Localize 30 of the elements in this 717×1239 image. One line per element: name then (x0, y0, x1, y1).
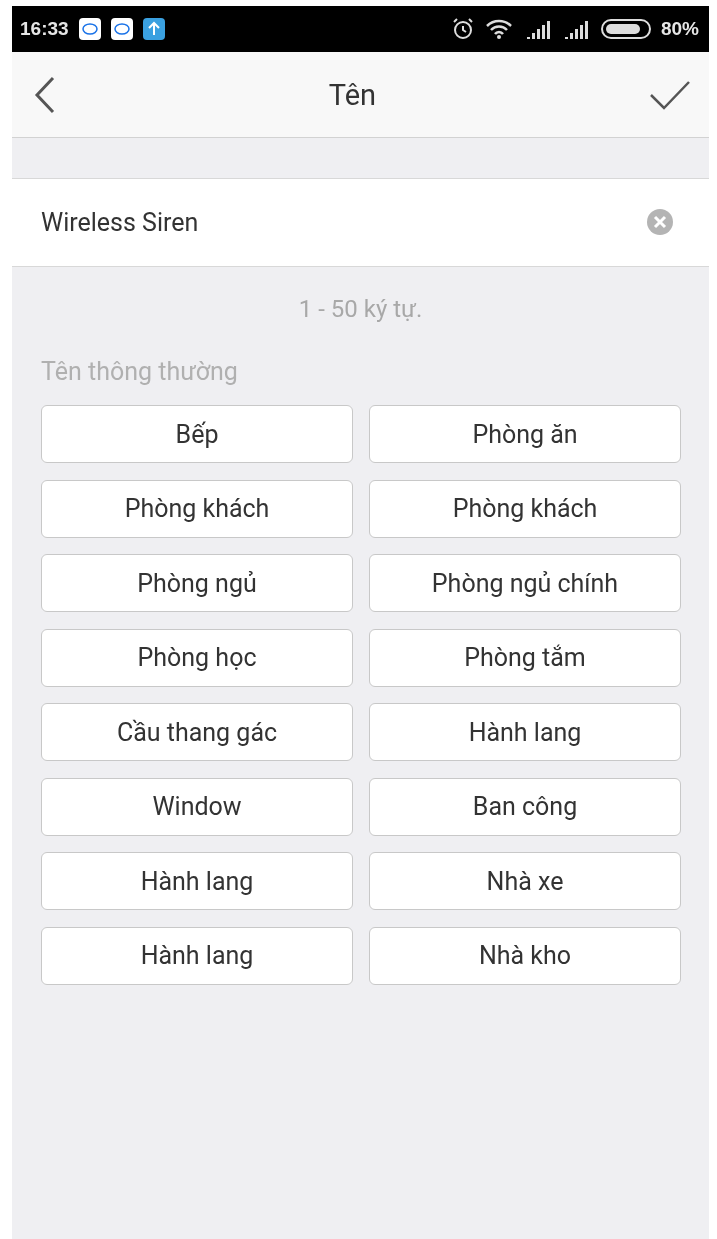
chat-app-icon (78, 18, 101, 40)
name-suggestion-button[interactable]: Hành lang (41, 852, 353, 910)
name-suggestion-button[interactable]: Phòng học (41, 628, 353, 687)
signal-icon (524, 19, 553, 39)
upload-icon (142, 18, 165, 40)
battery-percent: 80% (660, 18, 699, 40)
section-label: Tên thông thường (41, 357, 239, 386)
name-suggestion-button[interactable]: Ban công (369, 777, 681, 836)
name-suggestion-button[interactable]: Cầu thang gác (41, 703, 353, 761)
chat-app-icon (110, 18, 133, 40)
name-suggestion-button[interactable]: Phòng ăn (369, 405, 681, 463)
name-suggestion-button[interactable]: Phòng khách (369, 479, 681, 538)
name-suggestion-button[interactable]: Nhà kho (369, 926, 681, 985)
name-suggestion-button[interactable]: Phòng khách (41, 479, 353, 538)
name-suggestion-button[interactable]: Phòng tắm (369, 628, 681, 687)
name-input-field[interactable]: Wireless Siren (12, 178, 709, 267)
signal-icon (562, 19, 591, 39)
battery-icon (600, 18, 651, 40)
length-hint: 1 - 50 ký tự. (297, 295, 424, 323)
name-suggestion-button[interactable]: Bếp (41, 405, 353, 463)
status-time: 16:33 (20, 18, 69, 40)
confirm-button[interactable] (649, 79, 691, 110)
page-title: Tên (328, 77, 377, 112)
name-suggestion-button[interactable]: Nhà xe (369, 852, 681, 910)
name-suggestion-button[interactable]: Window (41, 777, 353, 836)
name-suggestion-button[interactable]: Hành lang (369, 703, 681, 761)
name-suggestion-button[interactable]: Phòng ngủ chính (369, 554, 681, 612)
name-suggestion-button[interactable]: Phòng ngủ (41, 554, 353, 612)
back-button[interactable] (34, 75, 56, 114)
name-suggestion-button[interactable]: Hành lang (41, 926, 353, 985)
